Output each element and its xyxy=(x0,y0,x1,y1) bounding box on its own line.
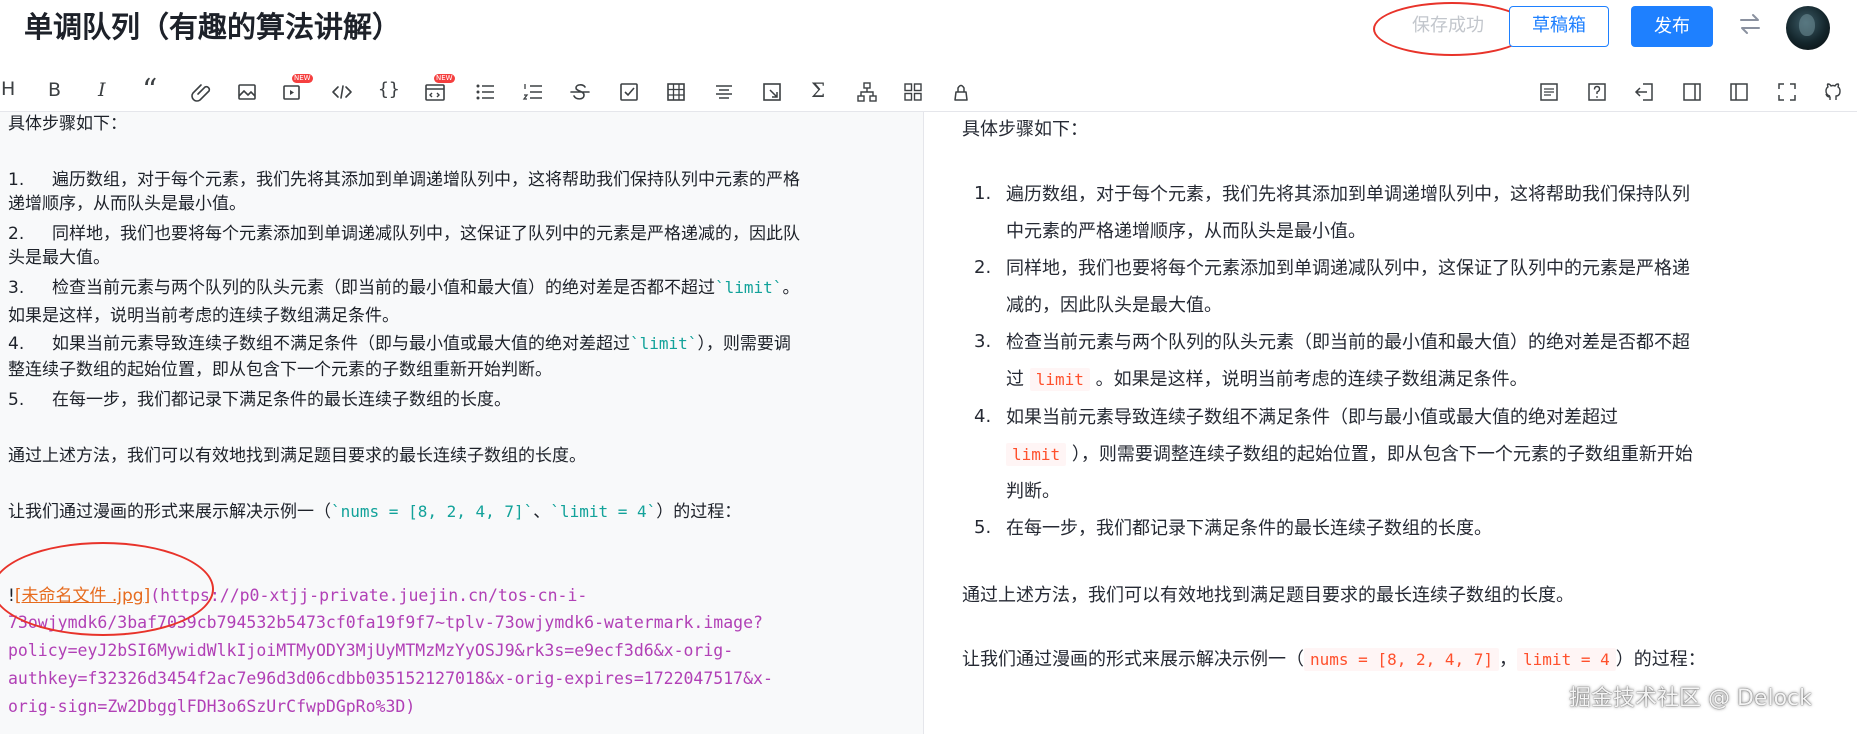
editor-url-line: policy=eyJ2bSI6MywidWlkIjoiMTMyODY3MjUyM… xyxy=(8,641,734,660)
list-item: 在每一步，我们都记录下满足条件的最长连续子数组的长度。 xyxy=(1006,518,1492,539)
list-item-number: 2. xyxy=(974,257,992,278)
preview-left-icon[interactable] xyxy=(1728,81,1750,103)
markdown-toolbar: H B I “ NEW {} NEW Σ xyxy=(0,70,1857,112)
inline-code-icon[interactable] xyxy=(331,81,353,103)
markdown-preview: 具体步骤如下： 1. 遍历数组，对于每个元素，我们先将其添加到单调递增队列中，这… xyxy=(924,112,1857,734)
inline-code: nums = [8, 2, 4, 7] xyxy=(1304,648,1500,671)
unordered-list-icon[interactable] xyxy=(474,81,496,103)
editor-line: 具体步骤如下： xyxy=(8,114,127,134)
editor-url-line: 73owjymdk6/3baf7039cb794532b5473cf0fa19f… xyxy=(8,613,763,632)
table-icon[interactable] xyxy=(665,81,687,103)
editor-line: 通过上述方法，我们可以有效地找到满足题目要求的最长连续子数组的长度。 xyxy=(8,446,586,466)
editor-url-line: authkey=f32326d3454f2ac7e96d3d06cdbb0351… xyxy=(8,669,773,688)
ordered-list-icon[interactable] xyxy=(522,81,544,103)
list-item-number: 1. xyxy=(974,183,992,204)
clear-format-icon[interactable] xyxy=(950,81,972,103)
editor-line: 让我们通过漫画的形式来展示解决示例一（`nums = [8, 2, 4, 7]`… xyxy=(8,502,742,522)
list-item: 检查当前元素与两个队列的队头元素（即当前的最小值和最大值）的绝对差是否都不超 过… xyxy=(1006,332,1690,391)
user-avatar[interactable] xyxy=(1786,6,1830,50)
list-item-number: 3. xyxy=(974,331,992,352)
markdown-editor[interactable]: 具体步骤如下： 1. 遍历数组，对于每个元素，我们先将其添加到单调递增队列中，这将… xyxy=(0,112,923,734)
list-item: 如果当前元素导致连续子数组不满足条件（即与最小值或最大值的绝对差超过 limit… xyxy=(1006,407,1693,502)
grid-icon[interactable] xyxy=(902,81,924,103)
article-title-input[interactable]: 单调队列（有趣的算法讲解） xyxy=(24,4,401,50)
task-list-icon[interactable] xyxy=(618,81,640,103)
editor-line: 5. 在每一步，我们都记录下满足条件的最长连续子数组的长度。 xyxy=(8,390,511,410)
editor-header: 单调队列（有趣的算法讲解） 保存成功 草稿箱 发布 xyxy=(0,0,1857,62)
formula-icon[interactable]: Σ xyxy=(811,77,825,103)
align-center-icon[interactable] xyxy=(713,81,735,103)
editor-line: 递增顺序，从而队头是最小值。 xyxy=(8,194,246,214)
preview-paragraph: 让我们通过漫画的形式来展示解决示例一（ nums = [8, 2, 4, 7]， l… xyxy=(962,648,1706,671)
link-icon[interactable] xyxy=(189,81,211,103)
embed-icon[interactable]: NEW xyxy=(424,74,455,103)
preview-right-icon[interactable] xyxy=(1681,81,1703,103)
editor-line: 整连续子数组的起始位置，即从包含下一个元素的子数组重新开始判断。 xyxy=(8,360,552,380)
help-icon[interactable] xyxy=(1586,81,1608,103)
inline-code: limit xyxy=(1029,368,1090,391)
list-item-number: 5. xyxy=(974,517,992,538)
list-item-number: 4. xyxy=(974,406,992,427)
editor-image-line: ![未命名文件 .jpg](https://p0-xtjj-private.ju… xyxy=(8,586,588,606)
preview-paragraph: 通过上述方法，我们可以有效地找到满足题目要求的最长连续子数组的长度。 xyxy=(962,585,1574,606)
new-badge: NEW xyxy=(292,74,313,83)
github-icon[interactable] xyxy=(1822,81,1844,103)
quote-icon[interactable]: “ xyxy=(142,76,157,106)
swap-arrows-icon[interactable] xyxy=(1737,10,1763,38)
drafts-button[interactable]: 草稿箱 xyxy=(1509,6,1609,47)
bold-icon[interactable]: B xyxy=(48,77,61,103)
code-block-icon[interactable]: {} xyxy=(378,77,400,103)
fullscreen-icon[interactable] xyxy=(1776,81,1798,103)
image-alt-text: [未命名文件 .jpg] xyxy=(14,586,151,606)
new-badge: NEW xyxy=(434,74,455,83)
publish-button[interactable]: 发布 xyxy=(1631,6,1713,47)
video-icon[interactable]: NEW xyxy=(282,74,313,103)
inline-code: limit xyxy=(1006,443,1067,466)
list-item: 遍历数组，对于每个元素，我们先将其添加到单调递增队列中，这将帮助我们保持队列 中… xyxy=(1006,184,1690,242)
editor-line: 4. 如果当前元素导致连续子数组不满足条件（即与最小值或最大值的绝对差超过`lim… xyxy=(8,334,791,354)
resize-image-icon[interactable] xyxy=(761,81,783,103)
exit-icon[interactable] xyxy=(1633,81,1655,103)
diagram-icon[interactable] xyxy=(856,81,878,103)
editor-line: 2. 同样地，我们也要将每个元素添加到单调递减队列中，这保证了队列中的元素是严格递… xyxy=(8,224,800,244)
save-status-text: 保存成功 xyxy=(1412,15,1484,36)
preview-paragraph: 具体步骤如下： xyxy=(962,119,1088,140)
list-item: 同样地，我们也要将每个元素添加到单调递减队列中，这保证了队列中的元素是严格递 减… xyxy=(1006,258,1690,316)
catalog-icon[interactable] xyxy=(1538,81,1560,103)
heading-icon[interactable]: H xyxy=(1,76,15,102)
editor-line: 头是最大值。 xyxy=(8,248,110,268)
editor-line: 1. 遍历数组，对于每个元素，我们先将其添加到单调递增队列中，这将帮助我们保持队列… xyxy=(8,170,800,190)
watermark-text: 掘金技术社区 @ Delock xyxy=(1569,686,1812,711)
editor-url-line: orig-sign=Zw2DbgglFDH3o6SzUrCfwpDGpRo%3D… xyxy=(8,697,416,716)
inline-code: limit = 4 xyxy=(1517,648,1616,671)
strikethrough-icon[interactable] xyxy=(569,81,591,103)
italic-icon[interactable]: I xyxy=(98,77,106,103)
editor-line: 3. 检查当前元素与两个队列的队头元素（即当前的最小值和最大值）的绝对差是否都不超… xyxy=(8,278,800,298)
editor-line: 如果是这样，说明当前考虑的连续子数组满足条件。 xyxy=(8,306,399,326)
image-icon[interactable] xyxy=(236,81,258,103)
